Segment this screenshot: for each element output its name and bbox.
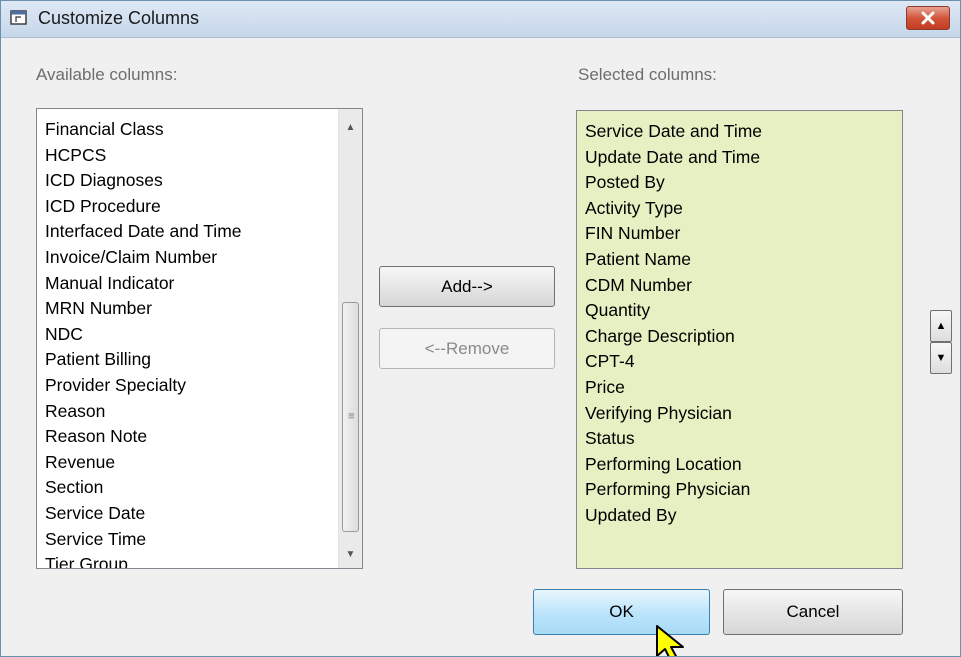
list-item[interactable]: Revenue	[45, 450, 242, 476]
add-button[interactable]: Add-->	[379, 266, 555, 307]
list-item[interactable]: Reason Note	[45, 424, 242, 450]
dialog-title: Customize Columns	[38, 8, 200, 28]
list-item[interactable]: FIN Number	[585, 221, 762, 247]
list-item[interactable]: Financial Class	[45, 117, 242, 143]
list-item[interactable]: Section	[45, 475, 242, 501]
list-item[interactable]: Service Date	[45, 501, 242, 527]
list-item[interactable]: Charge Description	[585, 324, 762, 350]
list-item[interactable]: Price	[585, 375, 762, 401]
list-item[interactable]: Activity Type	[585, 196, 762, 222]
scroll-thumb[interactable]: ≡	[342, 302, 359, 532]
list-item[interactable]: Update Date and Time	[585, 145, 762, 171]
selected-columns-label: Selected columns:	[578, 65, 717, 84]
customize-columns-dialog: Customize Columns Available columns: Sel…	[0, 0, 961, 657]
scroll-down-arrow-icon[interactable]: ▼	[339, 544, 362, 564]
move-up-icon: ▲	[935, 320, 947, 332]
list-item[interactable]: Verifying Physician	[585, 401, 762, 427]
vertical-scrollbar[interactable]: ▲ ≡ ▼	[338, 109, 362, 568]
list-item[interactable]: Performing Location	[585, 452, 762, 478]
list-item[interactable]: Performing Physician	[585, 477, 762, 503]
available-columns-label: Available columns:	[36, 65, 178, 84]
window-icon	[10, 10, 27, 25]
list-item[interactable]: ICD Diagnoses	[45, 168, 242, 194]
grip-icon: ≡	[348, 410, 355, 423]
move-down-icon: ▼	[935, 352, 947, 364]
close-button[interactable]	[906, 6, 950, 30]
list-item[interactable]: Quantity	[585, 298, 762, 324]
list-item[interactable]: Updated By	[585, 503, 762, 529]
list-item[interactable]: CPT-4	[585, 349, 762, 375]
selected-columns-list[interactable]: Service Date and Time Update Date and Ti…	[576, 110, 903, 569]
selected-columns-items: Service Date and Time Update Date and Ti…	[585, 119, 762, 529]
list-item[interactable]: Patient Billing	[45, 347, 242, 373]
available-columns-list[interactable]: Financial Class HCPCS ICD Diagnoses ICD …	[36, 108, 363, 569]
scroll-up-arrow-icon[interactable]: ▲	[339, 117, 362, 137]
list-item[interactable]: NDC	[45, 322, 242, 348]
list-item[interactable]: Provider Specialty	[45, 373, 242, 399]
move-down-button[interactable]: ▼	[930, 342, 952, 374]
move-up-button[interactable]: ▲	[930, 310, 952, 342]
list-item[interactable]: Invoice/Claim Number	[45, 245, 242, 271]
list-item[interactable]: Status	[585, 426, 762, 452]
cancel-button[interactable]: Cancel	[723, 589, 903, 635]
list-item[interactable]: Patient Name	[585, 247, 762, 273]
available-columns-items: Financial Class HCPCS ICD Diagnoses ICD …	[45, 117, 242, 568]
list-item[interactable]: Interfaced Date and Time	[45, 219, 242, 245]
title-bar: Customize Columns	[1, 1, 960, 38]
close-icon	[921, 11, 935, 25]
list-item[interactable]: Service Date and Time	[585, 119, 762, 145]
remove-button[interactable]: <--Remove	[379, 328, 555, 369]
list-item[interactable]: Posted By	[585, 170, 762, 196]
list-item[interactable]: CDM Number	[585, 273, 762, 299]
list-item[interactable]: Service Time	[45, 527, 242, 553]
pointer-cursor-icon	[656, 625, 684, 656]
list-item[interactable]: Reason	[45, 399, 242, 425]
list-item[interactable]: ICD Procedure	[45, 194, 242, 220]
list-item[interactable]: Tier Group	[45, 552, 242, 568]
list-item[interactable]: HCPCS	[45, 143, 242, 169]
list-item[interactable]: Manual Indicator	[45, 271, 242, 297]
list-item[interactable]: MRN Number	[45, 296, 242, 322]
